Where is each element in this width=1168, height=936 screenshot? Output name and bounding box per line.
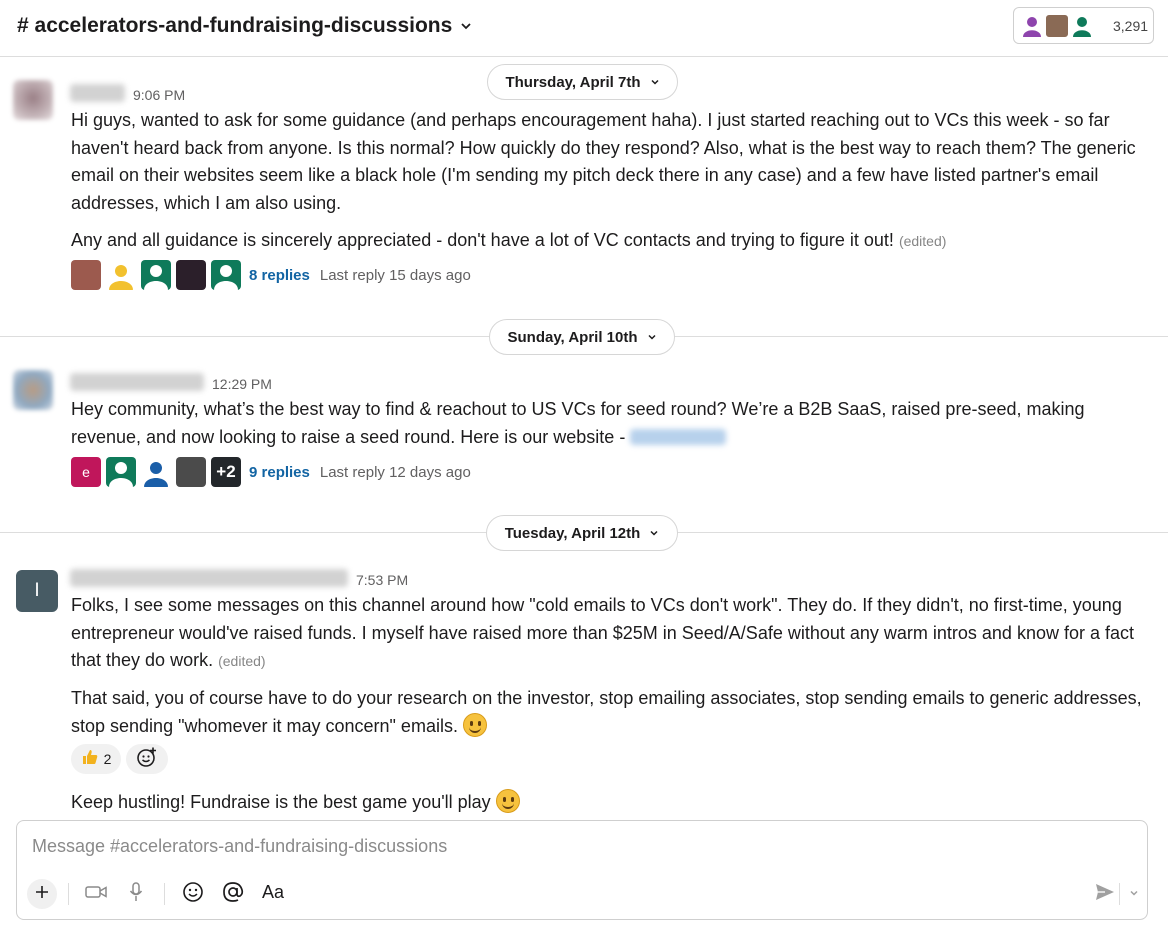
member-count: 3,291 (1113, 17, 1149, 34)
reply-avatar (211, 260, 241, 290)
smile-emoji-icon (462, 712, 487, 737)
reply-avatar: e (71, 457, 101, 487)
schedule-send-button[interactable] (1124, 878, 1144, 910)
send-button[interactable] (1089, 878, 1121, 910)
replies-link[interactable]: 8 replies (249, 267, 310, 284)
reply-avatar (106, 457, 136, 487)
chevron-down-icon (649, 525, 659, 542)
channel-title: # accelerators-and-fundraising-discussio… (17, 14, 453, 37)
avatar[interactable] (13, 80, 53, 120)
sender-name-redacted[interactable] (70, 373, 204, 391)
date-divider-pill[interactable]: Sunday, April 10th (489, 319, 675, 355)
add-reaction-button[interactable] (126, 744, 168, 774)
date-divider-pill[interactable]: Tuesday, April 12th (486, 515, 678, 551)
date-divider-pill[interactable]: Thursday, April 7th (487, 64, 678, 100)
message-text: Hey community, what’s the best way to fi… (71, 399, 1085, 447)
composer-toolbar: Aa (27, 878, 1138, 910)
emoji-icon (182, 881, 204, 908)
sender-name-redacted[interactable] (70, 84, 125, 102)
toolbar-divider (164, 883, 165, 905)
message-text: Keep hustling! Fundraise is the best gam… (71, 789, 1151, 817)
edited-label: (edited) (218, 653, 266, 669)
date-label: Sunday, April 10th (507, 328, 638, 346)
message-timestamp[interactable]: 12:29 PM (212, 376, 272, 392)
website-link-redacted[interactable] (630, 428, 727, 445)
message-composer: Aa (16, 820, 1148, 920)
message-text: Any and all guidance is sincerely apprec… (71, 230, 947, 250)
thumbs-up-icon (81, 748, 99, 771)
plus-icon (35, 885, 49, 904)
member-avatar (1045, 13, 1069, 38)
date-label: Thursday, April 7th (505, 73, 641, 91)
members-button[interactable]: 3,291 (1013, 7, 1154, 44)
avatar[interactable]: I (16, 570, 58, 612)
channel-title-button[interactable]: # accelerators-and-fundraising-discussio… (17, 14, 472, 38)
more-repliers-count: +2 (211, 457, 241, 487)
video-clip-button[interactable] (80, 878, 112, 910)
chevron-down-icon (1129, 885, 1139, 903)
toolbar-divider (1119, 883, 1120, 905)
edited-label: (edited) (898, 233, 947, 249)
reaction-count: 2 (103, 751, 112, 767)
text-formatting-button[interactable]: Aa (258, 878, 290, 910)
thread-replies-bar[interactable]: 8 replies Last reply 15 days ago (71, 260, 471, 290)
reply-avatar (71, 260, 101, 290)
add-emoji-icon (136, 746, 158, 773)
send-icon (1095, 883, 1115, 906)
last-reply-text: Last reply 12 days ago (319, 463, 471, 481)
attach-button[interactable] (27, 879, 57, 909)
toolbar-divider (68, 883, 69, 905)
avatar[interactable] (13, 370, 53, 410)
formatting-icon: Aa (261, 882, 287, 907)
reply-avatar (106, 260, 136, 290)
smile-emoji-icon (495, 789, 520, 813)
date-label: Tuesday, April 12th (504, 524, 641, 542)
message-input[interactable] (32, 831, 1122, 861)
member-avatar (1070, 13, 1094, 38)
chevron-down-icon (647, 329, 657, 346)
svg-text:Aa: Aa (262, 882, 285, 902)
message-text: That said, you of course have to do your… (71, 688, 1142, 737)
audio-clip-button[interactable] (120, 878, 152, 910)
at-sign-icon (222, 881, 244, 908)
chevron-down-icon (460, 14, 472, 38)
chevron-down-icon (650, 74, 660, 91)
emoji-button[interactable] (177, 878, 209, 910)
replies-link[interactable]: 9 replies (249, 464, 310, 481)
thumbs-up-reaction[interactable]: 2 (71, 744, 121, 774)
reply-avatar (176, 457, 206, 487)
reply-avatar (141, 457, 171, 487)
reply-avatar (176, 260, 206, 290)
member-avatar (1020, 13, 1044, 38)
message-timestamp[interactable]: 9:06 PM (133, 87, 185, 103)
message-text: Folks, I see some messages on this chann… (71, 595, 1134, 670)
microphone-icon (129, 881, 143, 907)
reply-avatar (141, 260, 171, 290)
video-camera-icon (85, 884, 107, 905)
thread-replies-bar[interactable]: e +2 9 replies Last reply 12 days ago (71, 457, 471, 487)
sender-name-redacted[interactable] (70, 569, 348, 587)
last-reply-text: Last reply 15 days ago (319, 266, 471, 284)
message-text: Hi guys, wanted to ask for some guidance… (71, 110, 1136, 213)
mention-button[interactable] (217, 878, 249, 910)
message-timestamp[interactable]: 7:53 PM (356, 572, 408, 588)
channel-header: # accelerators-and-fundraising-discussio… (0, 0, 1168, 57)
